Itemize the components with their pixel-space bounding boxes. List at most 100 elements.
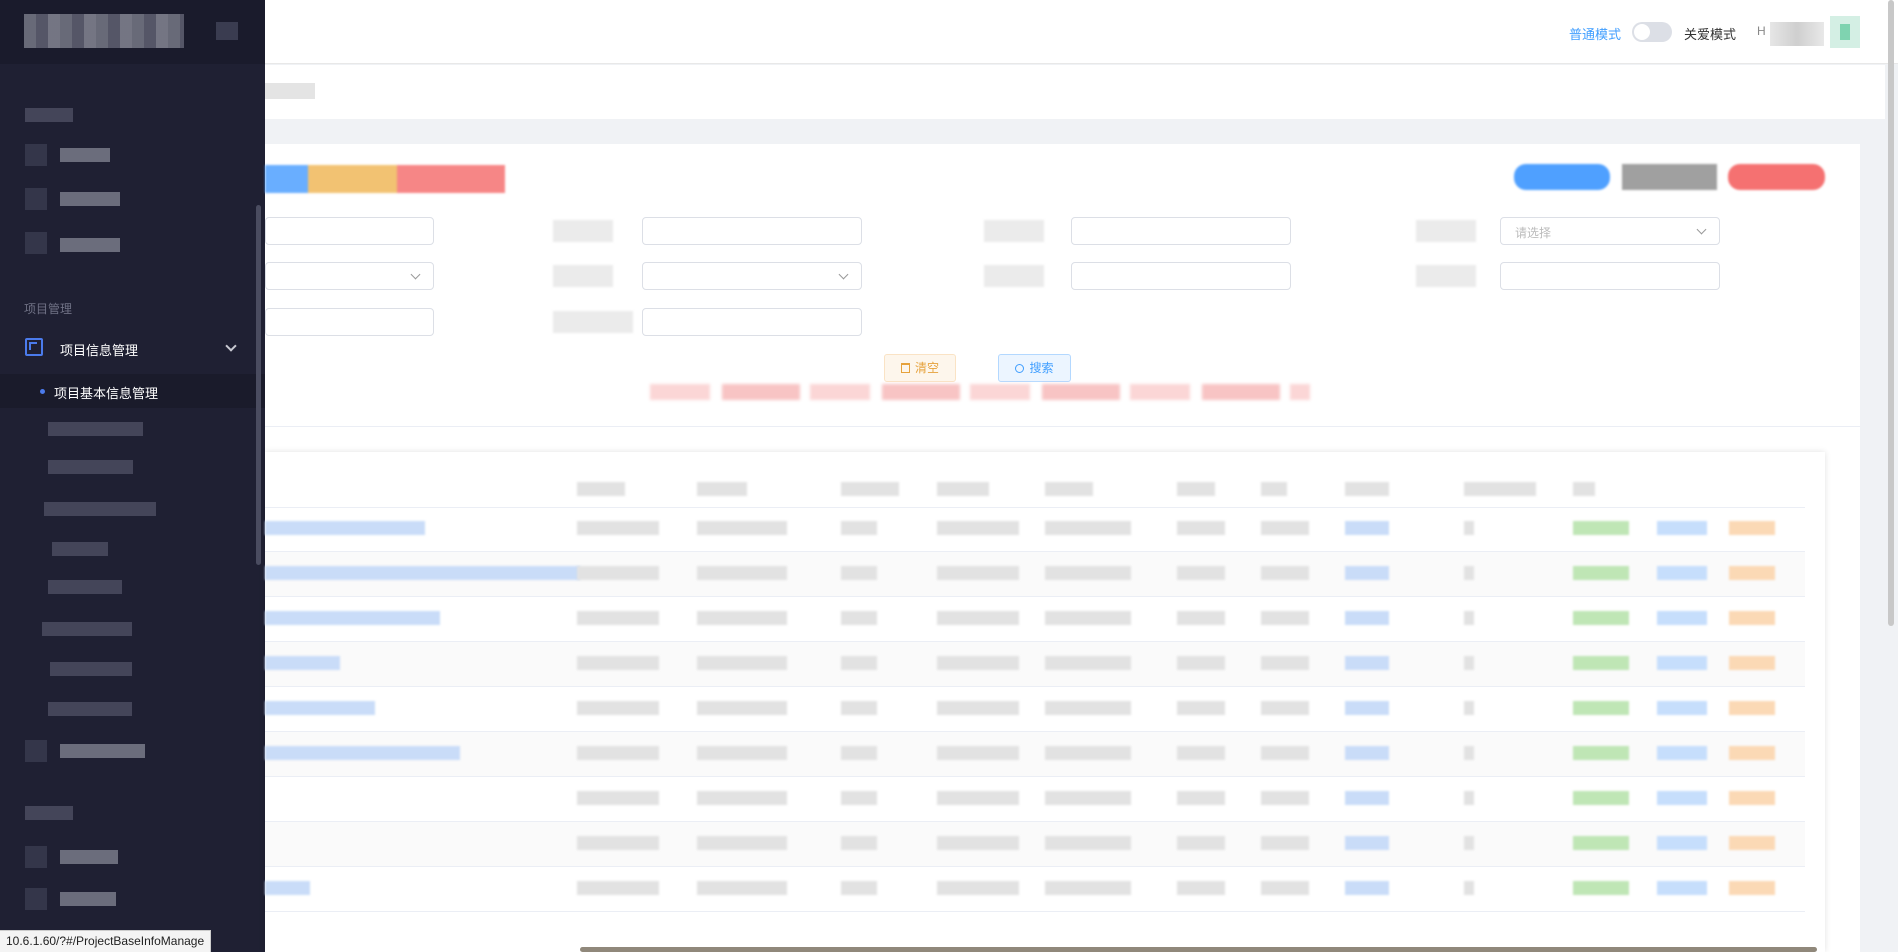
table-cell[interactable]	[1657, 836, 1707, 850]
table-cell[interactable]	[1573, 881, 1629, 895]
sidebar-item[interactable]	[60, 892, 116, 906]
sidebar-item-project-base-info[interactable]: 项目基本信息管理	[0, 374, 265, 408]
sidebar-item[interactable]	[52, 542, 108, 556]
table-cell[interactable]	[1729, 791, 1775, 805]
filter-input[interactable]	[642, 308, 862, 336]
filter-select[interactable]	[265, 262, 434, 290]
table-cell[interactable]	[1729, 521, 1775, 535]
table-cell[interactable]	[1345, 656, 1389, 670]
table-cell[interactable]	[1729, 746, 1775, 760]
sidebar-item[interactable]	[48, 702, 132, 716]
table-cell[interactable]	[1657, 611, 1707, 625]
sidebar-item[interactable]	[42, 622, 132, 636]
table-cell[interactable]	[1573, 566, 1629, 580]
sidebar-item[interactable]	[48, 580, 122, 594]
table-cell[interactable]	[1345, 566, 1389, 580]
filter-select[interactable]	[642, 262, 862, 290]
table-cell[interactable]	[265, 701, 375, 715]
table-cell[interactable]	[1657, 746, 1707, 760]
filter-input[interactable]	[265, 217, 434, 245]
horizontal-scrollbar[interactable]	[580, 947, 1817, 952]
table-cell[interactable]	[1345, 836, 1389, 850]
sidebar-item[interactable]	[44, 502, 156, 516]
avatar[interactable]	[1830, 16, 1860, 48]
sidebar-group-project-info[interactable]: 项目信息管理	[0, 328, 265, 368]
table-cell[interactable]	[1573, 611, 1629, 625]
table-cell[interactable]	[1345, 791, 1389, 805]
filter-select[interactable]: 请选择	[1500, 217, 1720, 245]
field-label	[984, 220, 1044, 242]
table-cell[interactable]	[265, 566, 580, 580]
table-cell[interactable]	[265, 521, 425, 535]
care-mode-label[interactable]: 关爱模式	[1684, 24, 1736, 43]
breadcrumb[interactable]	[265, 83, 315, 99]
table-cell[interactable]	[1345, 746, 1389, 760]
filter-input[interactable]	[1071, 262, 1291, 290]
table-cell[interactable]	[1345, 611, 1389, 625]
table-cell	[1177, 701, 1225, 715]
table-cell[interactable]	[1573, 701, 1629, 715]
sidebar-item[interactable]	[60, 192, 120, 206]
table-cell	[1261, 791, 1309, 805]
table-cell[interactable]	[1573, 521, 1629, 535]
table-cell[interactable]	[1729, 701, 1775, 715]
table-row[interactable]	[265, 597, 1805, 642]
sidebar-scrollbar[interactable]	[256, 205, 261, 565]
mode-toggle[interactable]	[1632, 22, 1672, 42]
table-cell[interactable]	[1345, 881, 1389, 895]
normal-mode-label[interactable]: 普通模式	[1569, 24, 1621, 43]
table-row[interactable]	[265, 552, 1805, 597]
filter-input[interactable]	[265, 308, 434, 336]
table-cell[interactable]	[1729, 656, 1775, 670]
sidebar-item[interactable]	[50, 662, 132, 676]
user-name[interactable]: H	[1757, 24, 1766, 38]
table-cell[interactable]	[265, 746, 460, 760]
table-row[interactable]	[265, 732, 1805, 777]
sidebar-item[interactable]	[48, 460, 133, 474]
table-cell[interactable]	[1657, 566, 1707, 580]
sidebar-item[interactable]	[60, 744, 145, 758]
menu-icon	[25, 888, 47, 910]
table-cell[interactable]	[1729, 836, 1775, 850]
table-cell[interactable]	[1573, 746, 1629, 760]
sidebar-item[interactable]	[60, 238, 120, 252]
table-cell[interactable]	[265, 881, 310, 895]
table-cell[interactable]	[1573, 836, 1629, 850]
table-cell[interactable]	[1573, 791, 1629, 805]
primary-button[interactable]	[1514, 164, 1610, 190]
secondary-button[interactable]	[1622, 164, 1717, 190]
sidebar-item[interactable]	[60, 850, 118, 864]
table-cell[interactable]	[1657, 656, 1707, 670]
table-row[interactable]	[265, 642, 1805, 687]
table-cell[interactable]	[1345, 521, 1389, 535]
table-row[interactable]	[265, 777, 1805, 822]
filter-input[interactable]	[1071, 217, 1291, 245]
table-cell[interactable]	[1657, 791, 1707, 805]
sidebar-item[interactable]	[48, 422, 143, 436]
sidebar-item[interactable]	[60, 148, 110, 162]
filter-input[interactable]	[642, 217, 862, 245]
action-buttons-group[interactable]	[265, 165, 505, 193]
table-cell[interactable]	[1657, 521, 1707, 535]
table-cell[interactable]	[1729, 566, 1775, 580]
table-cell[interactable]	[265, 656, 340, 670]
user-name-blur[interactable]	[1770, 22, 1824, 46]
table-cell[interactable]	[1657, 881, 1707, 895]
filter-input[interactable]	[1500, 262, 1720, 290]
table-row[interactable]	[265, 687, 1805, 732]
table-cell[interactable]	[1573, 656, 1629, 670]
table-row[interactable]	[265, 507, 1805, 552]
search-button[interactable]: 搜索	[998, 354, 1071, 382]
table-cell[interactable]	[1657, 701, 1707, 715]
table-cell[interactable]	[1729, 611, 1775, 625]
table-cell[interactable]	[1729, 881, 1775, 895]
table-row[interactable]	[265, 867, 1805, 912]
danger-button[interactable]	[1728, 164, 1825, 190]
clear-button[interactable]: 清空	[884, 354, 956, 382]
table-cell[interactable]	[265, 611, 440, 625]
column-header	[1045, 482, 1093, 496]
collapse-icon[interactable]	[216, 22, 238, 40]
table-cell[interactable]	[1345, 701, 1389, 715]
page-scrollbar[interactable]	[1888, 0, 1894, 626]
table-row[interactable]	[265, 822, 1805, 867]
